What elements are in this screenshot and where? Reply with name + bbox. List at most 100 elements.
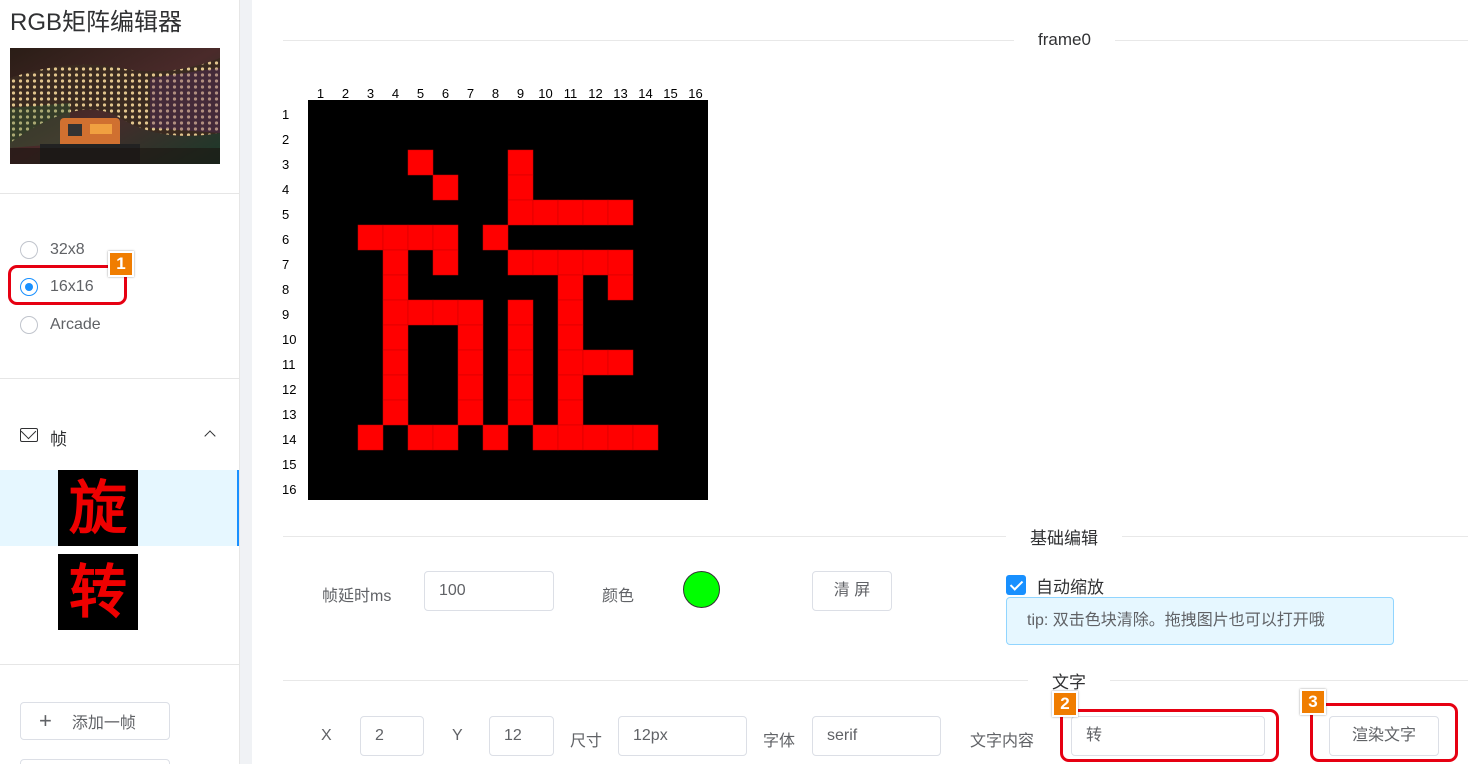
chevron-up-icon[interactable]: [204, 430, 216, 442]
color-picker[interactable]: [683, 571, 720, 608]
led-pixel[interactable]: [532, 199, 559, 226]
led-pixel[interactable]: [507, 249, 534, 276]
led-pixel[interactable]: [432, 224, 459, 251]
led-pixel[interactable]: [457, 324, 484, 351]
delay-input[interactable]: 100: [424, 571, 554, 611]
radio-circle: [20, 241, 38, 259]
led-pixel[interactable]: [482, 224, 509, 251]
led-pixel[interactable]: [457, 349, 484, 376]
render-text-button[interactable]: 渲染文字: [1329, 716, 1439, 756]
led-pixel[interactable]: [607, 199, 634, 226]
frame-title-divider: [283, 40, 1468, 41]
led-pixel[interactable]: [382, 299, 409, 326]
row-number: 8: [282, 282, 290, 297]
column-number: 14: [638, 86, 653, 101]
led-pixel[interactable]: [607, 249, 634, 276]
led-pixel[interactable]: [557, 274, 584, 301]
led-pixel[interactable]: [382, 374, 409, 401]
led-pixel[interactable]: [507, 349, 534, 376]
sidebar-next-button[interactable]: [20, 759, 170, 764]
led-pixel[interactable]: [407, 424, 434, 451]
led-pixel[interactable]: [607, 424, 634, 451]
led-pixel[interactable]: [432, 249, 459, 276]
radio-label: Arcade: [50, 316, 101, 333]
led-pixel[interactable]: [507, 299, 534, 326]
led-pixel[interactable]: [632, 424, 659, 451]
font-input[interactable]: serif: [812, 716, 941, 756]
led-pixel[interactable]: [507, 399, 534, 426]
color-label: 颜色: [602, 588, 635, 605]
layout-gutter: [240, 0, 252, 764]
led-pixel[interactable]: [432, 424, 459, 451]
led-pixel[interactable]: [382, 249, 409, 276]
led-pixel[interactable]: [557, 249, 584, 276]
column-number: 13: [613, 86, 628, 101]
radio-16x16[interactable]: 16x16: [20, 277, 94, 297]
size-label: 尺寸: [570, 733, 603, 750]
annotation-badge-2: 2: [1052, 691, 1078, 717]
led-pixel[interactable]: [582, 199, 609, 226]
led-pixel[interactable]: [557, 424, 584, 451]
row-number: 3: [282, 157, 290, 172]
radio-circle: [20, 278, 38, 296]
led-pixel[interactable]: [607, 274, 634, 301]
add-frame-button[interactable]: + 添加一帧: [20, 702, 170, 740]
led-pixel[interactable]: [407, 224, 434, 251]
led-pixel[interactable]: [357, 224, 384, 251]
row-number: 11: [282, 357, 296, 372]
frame-item-0[interactable]: 旋: [0, 470, 240, 546]
radio-32x8[interactable]: 32x8: [20, 240, 85, 260]
led-pixel[interactable]: [532, 249, 559, 276]
led-pixel[interactable]: [382, 224, 409, 251]
basic-section-title: 基础编辑: [1006, 524, 1122, 549]
radio-arcade[interactable]: Arcade: [20, 315, 101, 335]
led-pixel[interactable]: [507, 324, 534, 351]
led-pixel[interactable]: [382, 399, 409, 426]
frames-menu[interactable]: 帧: [0, 420, 240, 452]
column-number: 11: [563, 86, 578, 101]
led-pixel[interactable]: [557, 374, 584, 401]
led-pixel[interactable]: [582, 424, 609, 451]
led-pixel[interactable]: [382, 349, 409, 376]
led-pixel[interactable]: [532, 424, 559, 451]
led-pixel[interactable]: [507, 374, 534, 401]
led-pixel[interactable]: [457, 374, 484, 401]
led-pixel[interactable]: [432, 174, 459, 201]
led-pixel[interactable]: [457, 299, 484, 326]
led-pixel[interactable]: [432, 299, 459, 326]
led-pixel[interactable]: [557, 199, 584, 226]
frame-item-1[interactable]: 转: [0, 554, 240, 630]
led-pixel[interactable]: [382, 274, 409, 301]
led-pixel[interactable]: [557, 299, 584, 326]
led-pixel[interactable]: [607, 349, 634, 376]
led-pixel[interactable]: [582, 249, 609, 276]
y-input[interactable]: 12: [489, 716, 554, 756]
auto-scale-checkbox[interactable]: 自动缩放: [1006, 574, 1104, 597]
text-content-input[interactable]: 转: [1071, 716, 1265, 756]
divider-line: [0, 664, 240, 665]
auto-scale-label: 自动缩放: [1036, 577, 1104, 597]
led-pixel[interactable]: [507, 174, 534, 201]
clear-screen-button[interactable]: 清 屏: [812, 571, 892, 611]
led-pixel[interactable]: [507, 149, 534, 176]
column-number: 1: [316, 86, 325, 101]
size-input[interactable]: 12px: [618, 716, 747, 756]
led-pixel[interactable]: [557, 349, 584, 376]
led-matrix-canvas[interactable]: [308, 100, 708, 500]
led-pixel[interactable]: [382, 324, 409, 351]
led-pixel[interactable]: [457, 399, 484, 426]
column-number: 4: [391, 86, 400, 101]
led-pixel[interactable]: [357, 424, 384, 451]
led-pixel[interactable]: [582, 349, 609, 376]
led-pixel[interactable]: [557, 324, 584, 351]
led-pixel[interactable]: [482, 424, 509, 451]
frame-thumbnail: 旋: [58, 470, 138, 546]
x-input[interactable]: 2: [360, 716, 424, 756]
row-number: 7: [282, 257, 290, 272]
led-pixel[interactable]: [507, 199, 534, 226]
led-pixel[interactable]: [407, 149, 434, 176]
font-label: 字体: [763, 733, 796, 750]
led-pixel[interactable]: [407, 299, 434, 326]
column-number: 12: [588, 86, 603, 101]
led-pixel[interactable]: [557, 399, 584, 426]
